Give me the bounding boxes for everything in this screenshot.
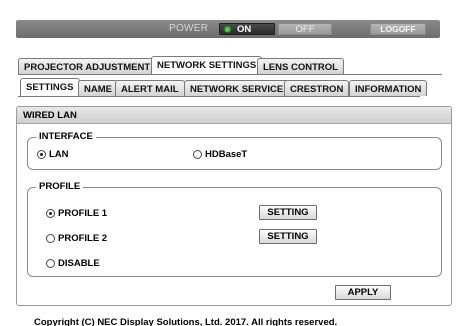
- radio-unselected-icon: [46, 234, 55, 243]
- radio-profile-2[interactable]: PROFILE 2: [46, 233, 107, 244]
- radio-hdbaset-label: HDBaseT: [205, 149, 248, 160]
- radio-unselected-icon: [193, 150, 202, 159]
- panel-title: WIRED LAN: [23, 110, 77, 121]
- interface-legend: INTERFACE: [36, 131, 96, 142]
- power-off-button[interactable]: OFF: [278, 23, 332, 35]
- radio-profile-2-label: PROFILE 2: [58, 233, 108, 244]
- radio-hdbaset[interactable]: HDBaseT: [193, 149, 247, 160]
- radio-lan[interactable]: LAN: [37, 149, 69, 160]
- subtab-crestron[interactable]: CRESTRON: [284, 80, 350, 96]
- radio-profile-1-label: PROFILE 1: [58, 208, 108, 219]
- subtab-network-service[interactable]: NETWORK SERVICE: [184, 80, 290, 96]
- radio-profile-1[interactable]: PROFILE 1: [46, 208, 107, 219]
- profile-group: PROFILE PROFILE 1 SETTING PROFILE 2 SETT…: [27, 181, 442, 277]
- radio-selected-icon: [46, 209, 55, 218]
- logoff-label: LOGOFF: [380, 24, 416, 34]
- radio-unselected-icon: [46, 259, 55, 268]
- power-off-label: OFF: [295, 24, 315, 35]
- power-bar: POWER ON OFF LOGOFF: [16, 20, 440, 38]
- profile-legend: PROFILE: [36, 181, 84, 192]
- tab-projector-adjustment[interactable]: PROJECTOR ADJUSTMENT: [18, 58, 157, 74]
- subtab-alert-mail[interactable]: ALERT MAIL: [115, 80, 185, 96]
- logoff-button[interactable]: LOGOFF: [370, 23, 426, 35]
- panel-header: WIRED LAN: [17, 107, 451, 124]
- subtab-settings[interactable]: SETTINGS: [20, 78, 80, 96]
- interface-group: INTERFACE LAN HDBaseT: [27, 131, 442, 170]
- subtab-information[interactable]: INFORMATION: [349, 80, 428, 96]
- radio-disable[interactable]: DISABLE: [46, 258, 100, 269]
- power-on-label: ON: [237, 24, 252, 35]
- copyright-text: Copyright (C) NEC Display Solutions, Ltd…: [34, 317, 338, 326]
- radio-lan-label: LAN: [49, 149, 69, 160]
- tab-divider: [18, 74, 442, 75]
- subtab-divider: [18, 96, 420, 97]
- profile-2-setting-button[interactable]: SETTING: [259, 229, 317, 244]
- wired-lan-panel: WIRED LAN INTERFACE LAN HDBaseT PROFILE …: [16, 106, 452, 306]
- radio-disable-label: DISABLE: [58, 258, 100, 269]
- power-indicator-icon: [225, 27, 230, 32]
- profile-1-setting-button[interactable]: SETTING: [259, 205, 317, 220]
- tab-lens-control[interactable]: LENS CONTROL: [257, 58, 344, 74]
- power-label: POWER: [169, 23, 209, 34]
- tab-network-settings[interactable]: NETWORK SETTINGS: [151, 56, 263, 74]
- power-on-button[interactable]: ON: [219, 23, 275, 35]
- subtab-name[interactable]: NAME: [78, 80, 118, 96]
- radio-selected-icon: [37, 150, 46, 159]
- apply-button[interactable]: APPLY: [335, 285, 391, 300]
